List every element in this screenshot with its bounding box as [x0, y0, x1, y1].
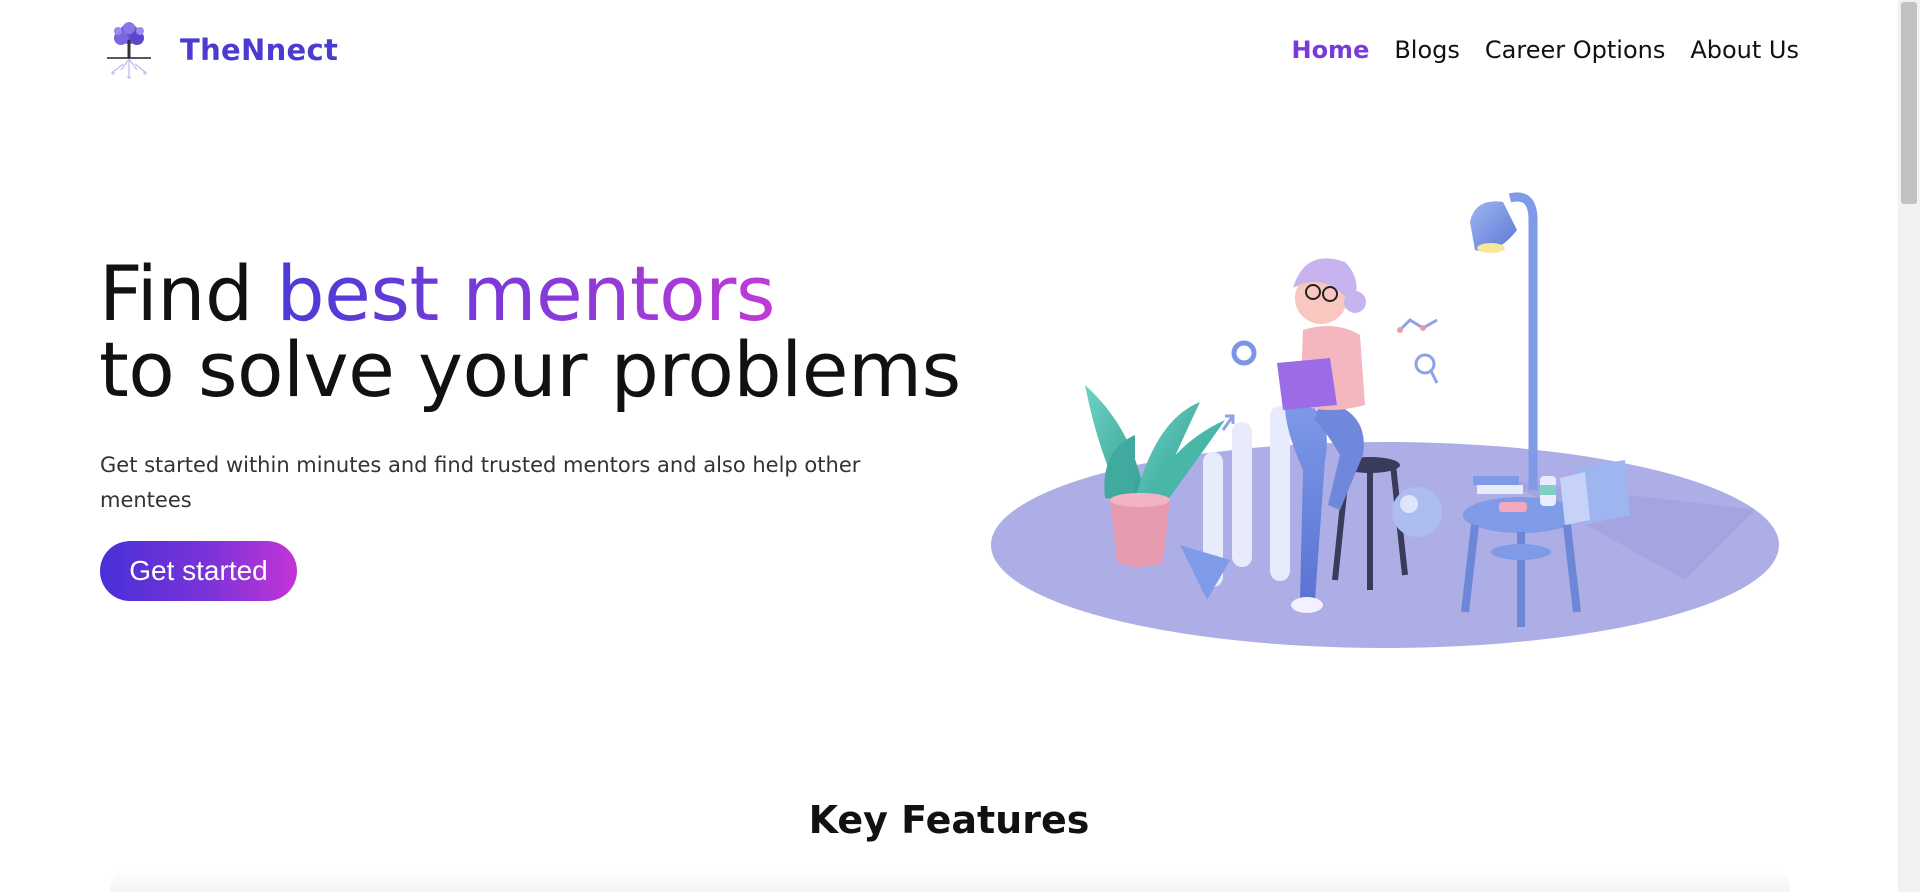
- hero-title-line2: to solve your problems: [99, 325, 961, 414]
- mentor-illustration: [991, 192, 1779, 648]
- nav-item-about-us[interactable]: About Us: [1690, 36, 1799, 64]
- site-header: TheNnect Home Blogs Career Options About…: [0, 0, 1898, 105]
- hero-subtitle: Get started within minutes and find trus…: [100, 453, 861, 512]
- tree-logo-icon[interactable]: [103, 20, 155, 82]
- page-scrollbar[interactable]: [1898, 0, 1920, 892]
- brand-name[interactable]: TheNnect: [180, 33, 338, 67]
- nav-item-blogs[interactable]: Blogs: [1394, 36, 1460, 64]
- hero-title: Find best mentors to solve your problems: [99, 256, 961, 408]
- scrollbar-thumb[interactable]: [1901, 2, 1917, 204]
- key-features-card-top: [110, 868, 1790, 892]
- nav-item-home[interactable]: Home: [1291, 36, 1369, 64]
- get-started-button[interactable]: Get started: [100, 541, 297, 601]
- nav-item-career-options[interactable]: Career Options: [1485, 36, 1665, 64]
- key-features-title: Key Features: [808, 798, 1090, 842]
- main-nav: Home Blogs Career Options About Us: [1291, 36, 1799, 64]
